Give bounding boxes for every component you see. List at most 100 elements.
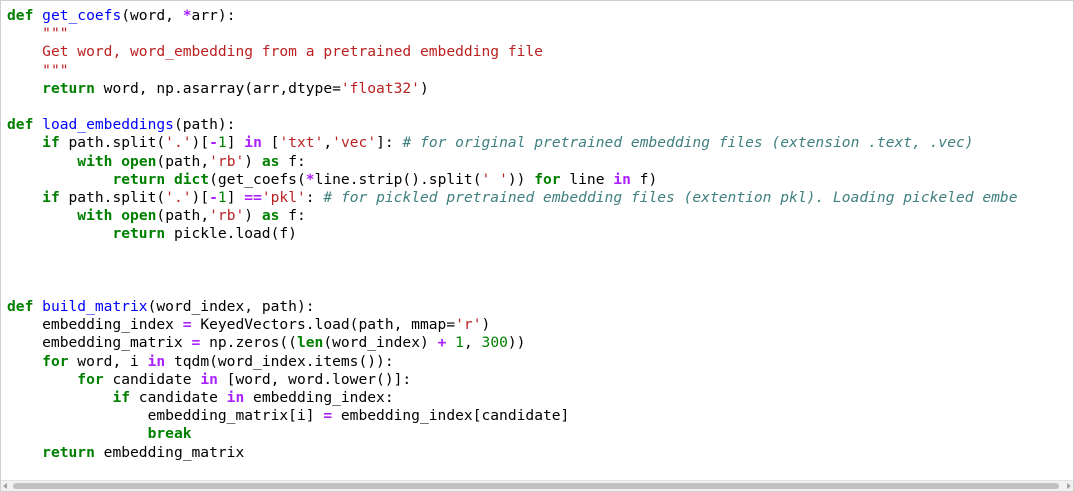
code-token: arr): — [191, 7, 236, 24]
code-token: with — [77, 207, 113, 225]
code-token: '.' — [165, 188, 192, 206]
code-token: line — [560, 170, 614, 188]
scrollbar-thumb[interactable] — [13, 483, 1059, 489]
code-token: tqdm(word_index.items()): — [165, 352, 394, 370]
code-token: with — [77, 152, 113, 170]
code-line[interactable]: break — [7, 425, 1073, 443]
code-line[interactable]: return dict(get_coefs(*line.strip().spli… — [7, 171, 1073, 189]
code-token: ]: — [376, 134, 403, 152]
code-token: return — [112, 170, 166, 188]
code-token: [word, word.lower()]: — [217, 370, 412, 388]
code-token: 'rb' — [209, 152, 245, 170]
scroll-right-arrow-icon[interactable] — [1067, 483, 1071, 489]
code-token: ] — [226, 188, 245, 206]
code-token: len — [296, 334, 324, 352]
code-line[interactable]: embedding_matrix = np.zeros((len(word_in… — [7, 334, 1073, 352]
code-token: == — [244, 188, 262, 206]
code-token: ) — [244, 207, 262, 225]
code-line[interactable]: with open(path,'rb') as f: — [7, 207, 1073, 225]
code-line[interactable]: for word, i in tqdm(word_index.items()): — [7, 353, 1073, 371]
code-line[interactable]: return pickle.load(f) — [7, 225, 1073, 243]
code-token: : — [305, 188, 324, 206]
code-token: if — [112, 388, 131, 406]
code-token: (word, — [121, 7, 183, 24]
code-token: 'pkl' — [261, 188, 306, 206]
code-token: open — [121, 207, 157, 225]
scroll-left-arrow-icon[interactable] — [3, 483, 7, 489]
code-token: (word_index) — [323, 334, 438, 352]
code-token: )[ — [191, 188, 210, 206]
code-line[interactable]: for candidate in [word, word.lower()]: — [7, 371, 1073, 389]
code-token: in — [244, 134, 262, 152]
code-token: line.strip().split( — [314, 170, 482, 188]
code-token: * — [182, 7, 192, 24]
code-token: def — [7, 298, 34, 315]
code-token: build_matrix — [42, 298, 148, 315]
code-token: for — [77, 370, 104, 388]
code-token: as — [261, 207, 280, 225]
code-token: candidate — [103, 370, 201, 388]
code-line[interactable]: Get word, word_embedding from a pretrain… — [7, 43, 1073, 61]
code-token: 1 — [455, 334, 464, 352]
code-line[interactable] — [7, 98, 1073, 116]
code-line[interactable]: if path.split('.')[-1] in ['txt','vec']:… — [7, 134, 1073, 152]
code-token: word, np.asarray(arr,dtype= — [94, 79, 341, 97]
code-token: embedding_index — [7, 316, 183, 334]
code-line[interactable]: if path.split('.')[-1] =='pkl': # for pi… — [7, 189, 1073, 207]
code-token: 1 — [217, 188, 227, 206]
code-token: 'rb' — [209, 207, 245, 225]
code-token: ] — [226, 134, 245, 152]
code-token: 300 — [481, 334, 508, 352]
code-token: def — [7, 7, 34, 24]
code-line[interactable]: def build_matrix(word_index, path): — [7, 298, 1073, 316]
code-token: pickle.load(f) — [165, 225, 297, 243]
code-line[interactable]: embedding_index = KeyedVectors.load(path… — [7, 316, 1073, 334]
code-token: - — [209, 188, 218, 206]
code-token: np.zeros(( — [200, 334, 297, 352]
code-token: # for original pretrained embedding file… — [402, 134, 974, 152]
code-line[interactable]: """ — [7, 62, 1073, 80]
code-token: word, i — [68, 352, 148, 370]
code-line[interactable]: with open(path,'rb') as f: — [7, 153, 1073, 171]
code-line[interactable]: def load_embeddings(path): — [7, 116, 1073, 134]
code-token: embedding_matrix — [94, 443, 245, 461]
code-token: embedding_matrix — [7, 334, 192, 352]
code-line[interactable] — [7, 243, 1073, 261]
code-token: in — [200, 370, 218, 388]
code-token: as — [261, 152, 280, 170]
code-token: return — [42, 443, 95, 461]
code-token: load_embeddings — [42, 116, 174, 134]
code-area[interactable]: def get_coefs(word, *arr): """ Get word,… — [7, 7, 1073, 462]
code-line[interactable]: """ — [7, 25, 1073, 43]
code-editor[interactable]: def get_coefs(word, *arr): """ Get word,… — [0, 0, 1074, 492]
code-token: ) — [244, 152, 262, 170]
code-line[interactable] — [7, 280, 1073, 298]
code-token: embedding_matrix[i] — [7, 407, 324, 425]
code-line[interactable]: return embedding_matrix — [7, 444, 1073, 462]
code-token: (path, — [156, 152, 210, 170]
code-token: )[ — [191, 134, 210, 152]
code-token: * — [305, 170, 315, 188]
code-token: for — [534, 170, 561, 188]
code-line[interactable]: if candidate in embedding_index: — [7, 389, 1073, 407]
horizontal-scrollbar[interactable] — [1, 480, 1073, 491]
code-token: embedding_index: — [244, 388, 394, 406]
code-line[interactable] — [7, 262, 1073, 280]
code-token: path.split( — [59, 134, 166, 152]
code-line[interactable]: def get_coefs(word, *arr): — [7, 7, 1073, 25]
code-line[interactable]: return word, np.asarray(arr,dtype='float… — [7, 80, 1073, 98]
code-line[interactable]: embedding_matrix[i] = embedding_index[ca… — [7, 407, 1073, 425]
